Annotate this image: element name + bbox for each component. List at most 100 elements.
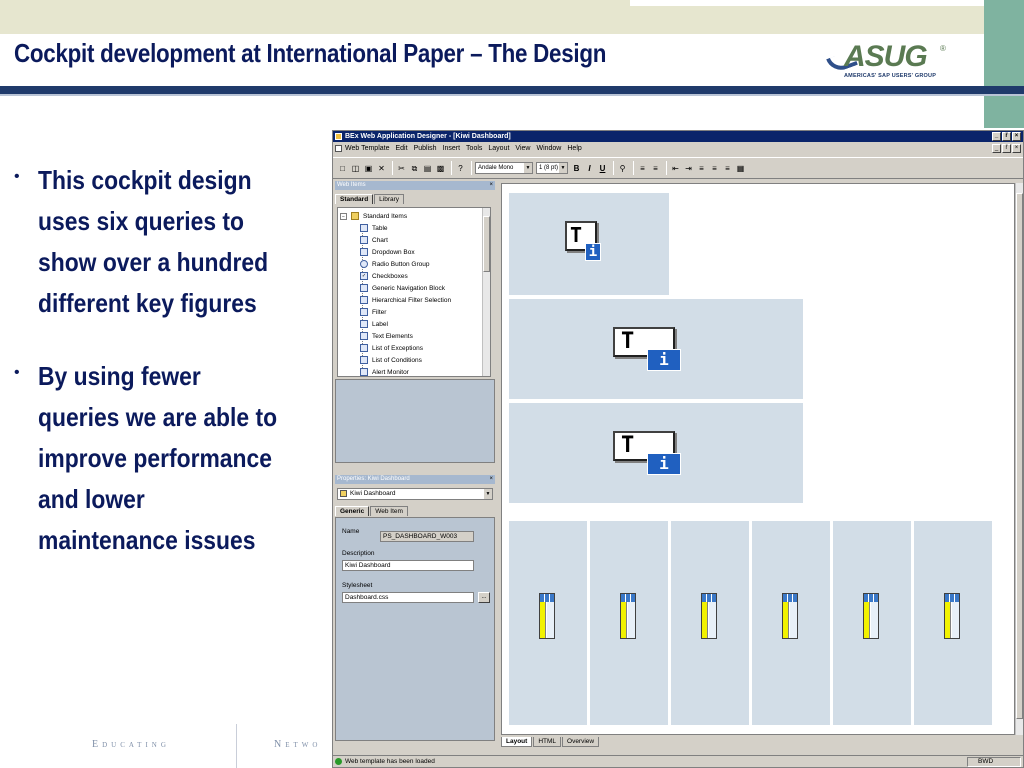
open-folder-icon[interactable]: ◫	[350, 163, 361, 174]
stylesheet-field[interactable]: Dashboard.css	[342, 592, 474, 603]
stylesheet-browse-button[interactable]: ...	[478, 592, 490, 603]
tree-root[interactable]: − Standard Items	[340, 210, 407, 222]
tab-overview[interactable]: Overview	[562, 737, 600, 747]
tree-item-table[interactable]: Table	[360, 222, 388, 234]
menu-help[interactable]: Help	[567, 145, 581, 152]
bullet-dot: •	[14, 168, 20, 185]
align-left-icon[interactable]: ≡	[696, 163, 707, 174]
table-icon[interactable]	[701, 593, 717, 639]
layout-cell-table-1[interactable]	[508, 520, 588, 726]
table-grid-icon[interactable]: ▦	[735, 163, 746, 174]
menu-web-template[interactable]: Web Template	[345, 145, 390, 152]
close-icon[interactable]: ×	[489, 475, 493, 484]
menu-insert[interactable]: Insert	[443, 145, 461, 152]
tab-html[interactable]: HTML	[533, 737, 562, 747]
menu-edit[interactable]: Edit	[396, 145, 408, 152]
layout-cell-table-6[interactable]	[913, 520, 993, 726]
layout-cell-table-4[interactable]	[751, 520, 831, 726]
restore-button[interactable]: ř	[1002, 132, 1011, 141]
layout-cell-table-2[interactable]	[589, 520, 669, 726]
tab-generic[interactable]: Generic	[335, 506, 370, 516]
menu-publish[interactable]: Publish	[414, 145, 437, 152]
tree-item-filter[interactable]: Filter	[360, 306, 386, 318]
table-icon-key-column	[702, 602, 708, 638]
web-items-tabs: Standard Library	[335, 192, 495, 204]
layout-cell-text[interactable]: T i	[508, 192, 670, 296]
tree-item-radio-button-group[interactable]: Radio Button Group	[360, 258, 429, 270]
tree-item-chart[interactable]: Chart	[360, 234, 388, 246]
font-select[interactable]: Andale Mono ▼	[475, 162, 533, 174]
tab-web-item[interactable]: Web Item	[370, 506, 408, 516]
menu-tools[interactable]: Tools	[466, 145, 482, 152]
tree-item-label: Table	[372, 224, 388, 232]
indent-icon[interactable]: ⇥	[683, 163, 694, 174]
table-icon-key-column	[621, 602, 627, 638]
tree-item-label: List of Exceptions	[372, 344, 423, 352]
paste-icon[interactable]: ▤	[422, 163, 433, 174]
align-center-icon[interactable]: ≡	[709, 163, 720, 174]
properties-object-select[interactable]: Kiwi Dashboard ▼	[337, 488, 493, 500]
copy-icon[interactable]: ⧉	[409, 163, 420, 174]
italic-button[interactable]: I	[584, 163, 595, 174]
numbered-list-icon[interactable]: ≡	[637, 163, 648, 174]
description-field[interactable]: Kiwi Dashboard	[342, 560, 474, 571]
close-icon[interactable]: ×	[489, 181, 493, 190]
find-icon[interactable]: ⚲	[617, 163, 628, 174]
help-icon[interactable]: ?	[455, 163, 466, 174]
delete-icon[interactable]: ✕	[376, 163, 387, 174]
table-icon-grid	[540, 594, 554, 602]
table-icon[interactable]	[782, 593, 798, 639]
save-icon[interactable]: ▣	[363, 163, 374, 174]
menubar: Web Template Edit Publish Insert Tools L…	[333, 143, 1023, 154]
chart-icon[interactable]: ▩	[435, 163, 446, 174]
design-canvas[interactable]: T i T i T i	[501, 183, 1015, 735]
canvas-scrollbar[interactable]	[1015, 183, 1023, 735]
properties-title: Properties: Kiwi Dashboard	[337, 476, 410, 482]
size-select[interactable]: 1 (8 pt) ▼	[536, 162, 568, 174]
tree-item-hierarchical-filter[interactable]: Hierarchical Filter Selection	[360, 294, 451, 306]
tree-item-label: Chart	[372, 236, 388, 244]
menu-window[interactable]: Window	[536, 145, 561, 152]
close-button[interactable]: ×	[1012, 132, 1021, 141]
table-icon[interactable]	[863, 593, 879, 639]
underline-button[interactable]: U	[597, 163, 608, 174]
menu-layout[interactable]: Layout	[488, 145, 509, 152]
toolbar-separator	[392, 161, 393, 175]
outdent-icon[interactable]: ⇤	[670, 163, 681, 174]
layout-cell-text-2[interactable]: T i	[508, 298, 804, 400]
new-icon[interactable]: □	[337, 163, 348, 174]
minimize-button[interactable]: _	[992, 132, 1001, 141]
tree-scroll-thumb[interactable]	[483, 216, 490, 272]
tree-scrollbar[interactable]	[482, 208, 490, 376]
bullet-list-icon[interactable]: ≡	[650, 163, 661, 174]
table-icon[interactable]	[539, 593, 555, 639]
tree-item-dropdown-box[interactable]: Dropdown Box	[360, 246, 415, 258]
table-icon[interactable]	[620, 593, 636, 639]
menu-view[interactable]: View	[515, 145, 530, 152]
layout-cell-table-3[interactable]	[670, 520, 750, 726]
tab-standard[interactable]: Standard	[335, 194, 374, 204]
layout-cell-text-3[interactable]: T i	[508, 402, 804, 504]
doc-close-button[interactable]: ×	[1012, 144, 1021, 153]
canvas-scroll-thumb[interactable]	[1016, 193, 1023, 719]
tab-layout[interactable]: Layout	[501, 737, 533, 747]
bold-button[interactable]: B	[571, 163, 582, 174]
tree-item-alert-monitor[interactable]: Alert Monitor	[360, 366, 409, 376]
tree-item-list-of-exceptions[interactable]: List of Exceptions	[360, 342, 423, 354]
tree-item-generic-navigation-block[interactable]: Generic Navigation Block	[360, 282, 445, 294]
filter-icon	[360, 308, 368, 316]
align-right-icon[interactable]: ≡	[722, 163, 733, 174]
doc-restore-button[interactable]: ř	[1002, 144, 1011, 153]
table-icon[interactable]	[944, 593, 960, 639]
tab-library[interactable]: Library	[374, 194, 405, 204]
properties-body: Name PS_DASHBOARD_W003 Description Kiwi …	[335, 517, 495, 741]
tree-item-text-elements[interactable]: Text Elements	[360, 330, 413, 342]
collapse-icon[interactable]: −	[340, 212, 347, 220]
tree-item-label[interactable]: Label	[360, 318, 388, 330]
dropdown-icon	[360, 248, 368, 256]
cut-icon[interactable]: ✂	[396, 163, 407, 174]
layout-cell-table-5[interactable]	[832, 520, 912, 726]
doc-minimize-button[interactable]: _	[992, 144, 1001, 153]
tree-item-checkboxes[interactable]: ✓ Checkboxes	[360, 270, 408, 282]
tree-item-list-of-conditions[interactable]: List of Conditions	[360, 354, 422, 366]
